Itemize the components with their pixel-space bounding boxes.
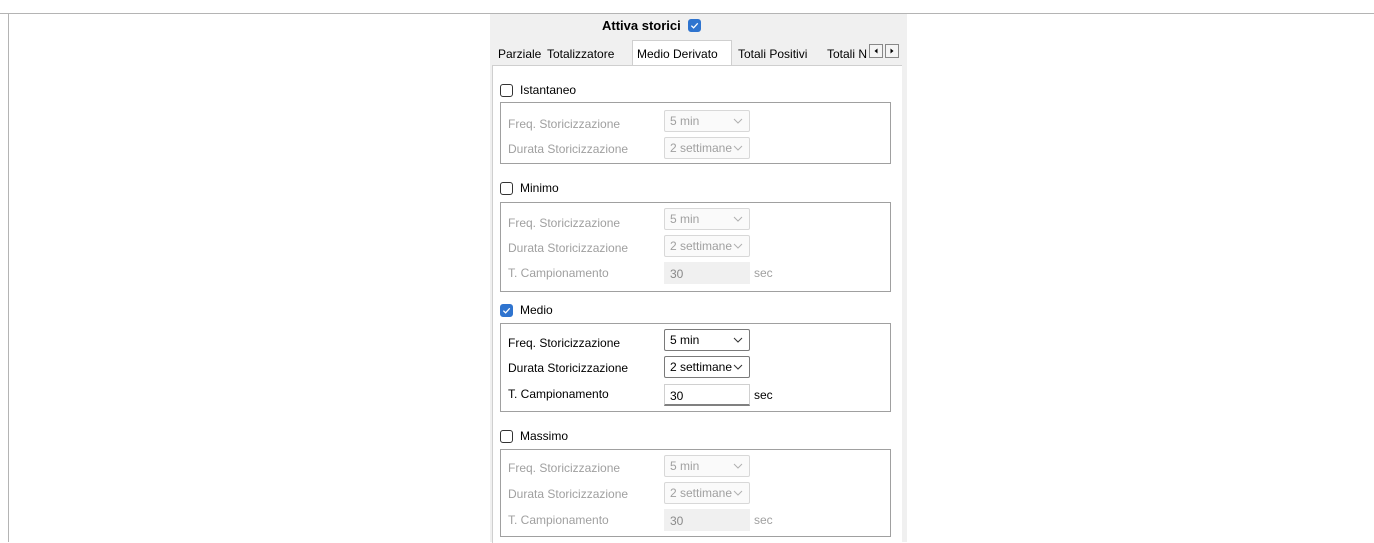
tab-totalizzatore[interactable]: Totalizzatore (543, 44, 628, 64)
medio-durata-label: Durata Storicizzazione (508, 361, 629, 375)
istantaneo-durata-select[interactable]: 2 settimane (664, 137, 750, 159)
medio-durata-select[interactable]: 2 settimane (664, 356, 750, 378)
massimo-durata-value: 2 settimane (670, 486, 732, 500)
medio-campionamento-label: T. Campionamento (508, 387, 609, 401)
istantaneo-label: Istantaneo (520, 83, 577, 97)
massimo-durata-label: Durata Storicizzazione (508, 487, 629, 501)
medio-label: Medio (520, 303, 553, 317)
massimo-freq-value: 5 min (670, 459, 700, 473)
istantaneo-checkbox[interactable] (500, 83, 513, 97)
tab-scroll-left-button[interactable] (869, 44, 883, 58)
tab-totali-positivi[interactable]: Totali Positivi (734, 44, 822, 64)
minimo-campionamento-unit: sec (754, 266, 773, 280)
left-divider (8, 14, 9, 542)
minimo-freq-value: 5 min (670, 212, 700, 226)
massimo-header: Massimo (500, 428, 568, 444)
chevron-down-icon (733, 216, 743, 222)
istantaneo-freq-value: 5 min (670, 114, 700, 128)
minimo-checkbox[interactable] (500, 181, 513, 195)
chevron-down-icon (733, 243, 743, 249)
istantaneo-freq-label: Freq. Storicizzazione (508, 117, 621, 131)
massimo-freq-select[interactable]: 5 min (664, 455, 750, 477)
minimo-freq-label: Freq. Storicizzazione (508, 216, 621, 230)
tab-scroll-right-button[interactable] (885, 44, 899, 58)
minimo-campionamento-label: T. Campionamento (508, 266, 609, 280)
arrow-right-icon (890, 48, 894, 54)
minimo-campionamento-value: 30 (670, 267, 684, 281)
tab-parziale[interactable]: Parziale (494, 44, 541, 64)
checkmark-icon (502, 307, 511, 314)
medio-freq-value: 5 min (670, 333, 700, 347)
medio-checkbox[interactable] (500, 303, 513, 317)
minimo-durata-label: Durata Storicizzazione (508, 241, 629, 255)
tab-strip: Parziale Totalizzatore Medio Derivato To… (492, 40, 905, 66)
checkmark-icon (690, 22, 698, 29)
minimo-durata-value: 2 settimane (670, 239, 732, 253)
massimo-durata-select[interactable]: 2 settimane (664, 482, 750, 504)
medio-campionamento-value: 30 (670, 389, 684, 403)
istantaneo-freq-select[interactable]: 5 min (664, 110, 750, 132)
massimo-campionamento-label: T. Campionamento (508, 513, 609, 527)
istantaneo-header: Istantaneo (500, 82, 576, 98)
medio-header: Medio (500, 302, 553, 318)
chevron-down-icon (733, 145, 743, 151)
medio-campionamento-input[interactable]: 30 (664, 384, 750, 406)
minimo-header: Minimo (500, 180, 559, 196)
attiva-storici-label: Attiva storici (602, 17, 681, 33)
massimo-campionamento-unit: sec (754, 513, 773, 527)
minimo-freq-select[interactable]: 5 min (664, 208, 750, 230)
chevron-down-icon (733, 118, 743, 124)
chevron-down-icon (733, 337, 743, 343)
istantaneo-durata-value: 2 settimane (670, 141, 732, 155)
arrow-left-icon (874, 48, 878, 54)
chevron-down-icon (733, 463, 743, 469)
massimo-campionamento-input[interactable]: 30 (664, 509, 750, 531)
attiva-storici-checkbox[interactable] (687, 18, 701, 32)
minimo-campionamento-input[interactable]: 30 (664, 262, 750, 284)
massimo-campionamento-value: 30 (670, 514, 684, 528)
tab-totali-n[interactable]: Totali N (823, 44, 868, 64)
massimo-checkbox[interactable] (500, 429, 513, 443)
chevron-down-icon (733, 490, 743, 496)
tab-scroll-buttons (869, 44, 899, 58)
tab-medio-derivato[interactable]: Medio Derivato (632, 40, 732, 66)
medio-freq-label: Freq. Storicizzazione (508, 336, 621, 350)
medio-freq-select[interactable]: 5 min (664, 329, 750, 351)
massimo-label: Massimo (520, 429, 569, 443)
chevron-down-icon (733, 364, 743, 370)
attiva-storici-row: Attiva storici (602, 17, 701, 33)
medio-campionamento-unit: sec (754, 388, 773, 402)
massimo-freq-label: Freq. Storicizzazione (508, 461, 621, 475)
minimo-durata-select[interactable]: 2 settimane (664, 235, 750, 257)
minimo-label: Minimo (520, 181, 559, 195)
istantaneo-durata-label: Durata Storicizzazione (508, 142, 629, 156)
medio-durata-value: 2 settimane (670, 360, 732, 374)
